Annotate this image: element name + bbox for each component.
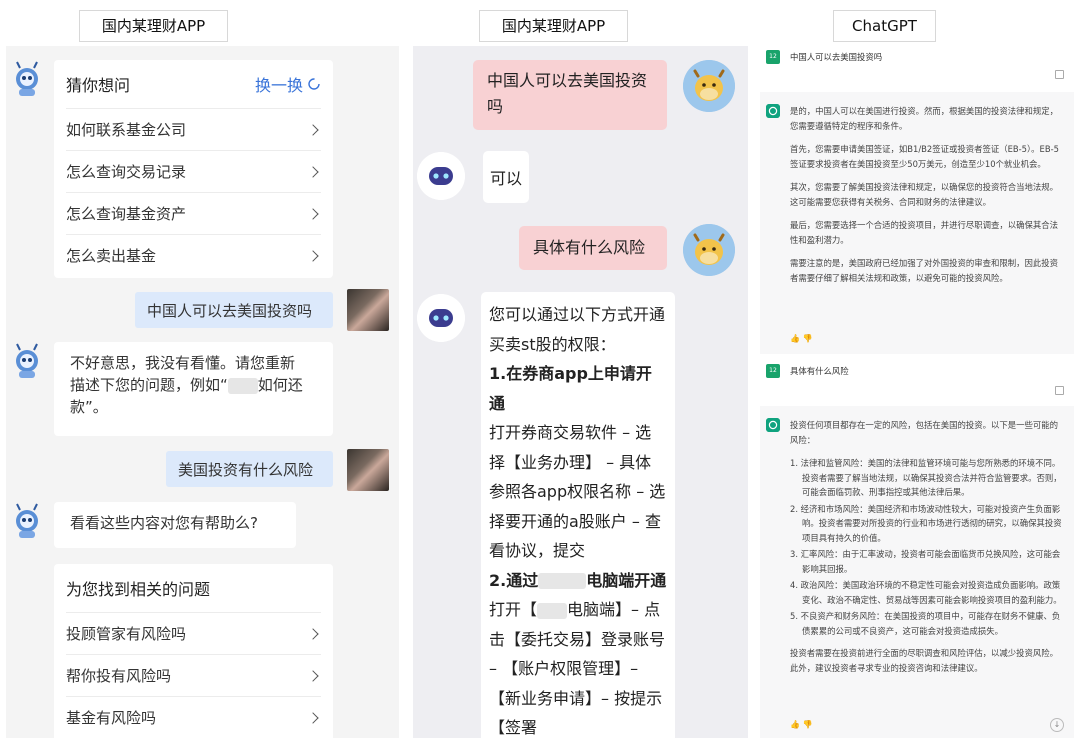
related-item[interactable]: 投顾管家有风险吗 <box>66 612 321 654</box>
user-message: 中国人可以去美国投资吗 <box>135 292 333 328</box>
user-question-row: 12 中国人可以去美国投资吗 <box>760 46 1074 86</box>
chatgpt-logo-icon <box>766 418 780 432</box>
edit-icon[interactable] <box>1055 70 1064 79</box>
refresh-icon <box>308 78 320 90</box>
user-message: 中国人可以去美国投资吗 <box>473 60 667 130</box>
chevron-right-icon <box>307 249 319 262</box>
caption-right: ChatGPT <box>833 10 936 42</box>
robot-avatar-icon <box>16 343 38 378</box>
chevron-right-icon <box>307 669 319 682</box>
guess-card: 猜你想问 换一换 如何联系基金公司 怎么查询交易记录 怎么查询基金资产 怎么卖出… <box>54 60 333 278</box>
scroll-down-icon[interactable]: ↓ <box>1050 718 1064 732</box>
assistant-answer-row: 投资任何项目都存在一定的风险，包括在美国的投资。以下是一些可能的风险： 1. 法… <box>760 406 1074 738</box>
finance-app-panel-1: 猜你想问 换一换 如何联系基金公司 怎么查询交易记录 怎么查询基金资产 怎么卖出… <box>6 46 399 738</box>
user-avatar <box>347 289 389 331</box>
guess-item[interactable]: 怎么卖出基金 <box>66 234 321 276</box>
bot-message: 看看这些内容对您有帮助么? <box>54 502 296 548</box>
feedback-icons[interactable]: 👍 👎 <box>790 720 812 729</box>
edit-icon[interactable] <box>1055 386 1064 395</box>
guess-title: 猜你想问 <box>66 76 131 95</box>
cow-avatar-icon <box>683 60 735 112</box>
caption-left: 国内某理财APP <box>79 10 228 42</box>
chatgpt-panel: 12 中国人可以去美国投资吗 是的，中国人可以在美国进行投资。然而，根据美国的投… <box>760 46 1074 738</box>
user-question-row: 12 具体有什么风险 <box>760 360 1074 400</box>
related-item[interactable]: 帮你投有风险吗 <box>66 654 321 696</box>
bot-long-message: 您可以通过以下方式开通买卖st股的权限： 1.在券商app上申请开通 打开券商交… <box>481 292 675 738</box>
caption-middle: 国内某理财APP <box>479 10 628 42</box>
related-title: 为您找到相关的问题 <box>66 580 211 599</box>
related-card: 为您找到相关的问题 投顾管家有风险吗 帮你投有风险吗 基金有风险吗 <box>54 564 333 738</box>
chatgpt-logo-icon <box>766 104 780 118</box>
bot-message: 可以 <box>483 151 529 203</box>
guess-item[interactable]: 怎么查询基金资产 <box>66 192 321 234</box>
chevron-right-icon <box>307 165 319 178</box>
guess-item[interactable]: 如何联系基金公司 <box>66 108 321 150</box>
user-message: 美国投资有什么风险 <box>166 451 333 487</box>
swap-button[interactable]: 换一换 <box>255 72 321 96</box>
robot-avatar-icon <box>16 61 38 96</box>
chevron-right-icon <box>307 207 319 220</box>
chevron-right-icon <box>307 627 319 640</box>
finance-app-panel-2: 中国人可以去美国投资吗 可以 具体有什么风险 您可以通过以下方式开通买卖st股的… <box>413 46 748 738</box>
user-avatar <box>347 449 389 491</box>
feedback-icons[interactable]: 👍 👎 <box>790 334 812 343</box>
cow-avatar-icon <box>683 224 735 276</box>
user-message: 具体有什么风险 <box>519 226 667 270</box>
bot-message: 不好意思，我没有看懂。请您重新 描述下您的问题，例如“ 如何还 款”。 <box>54 342 333 436</box>
bot-avatar-icon <box>417 152 465 200</box>
related-item[interactable]: 基金有风险吗 <box>66 696 321 738</box>
user-badge: 12 <box>766 364 780 378</box>
chevron-right-icon <box>307 711 319 724</box>
user-badge: 12 <box>766 50 780 64</box>
robot-avatar-icon <box>16 503 38 538</box>
chevron-right-icon <box>307 123 319 136</box>
guess-item[interactable]: 怎么查询交易记录 <box>66 150 321 192</box>
bot-avatar-icon <box>417 294 465 342</box>
assistant-answer-row: 是的，中国人可以在美国进行投资。然而，根据美国的投资法律和规定，您需要遵循特定的… <box>760 92 1074 354</box>
